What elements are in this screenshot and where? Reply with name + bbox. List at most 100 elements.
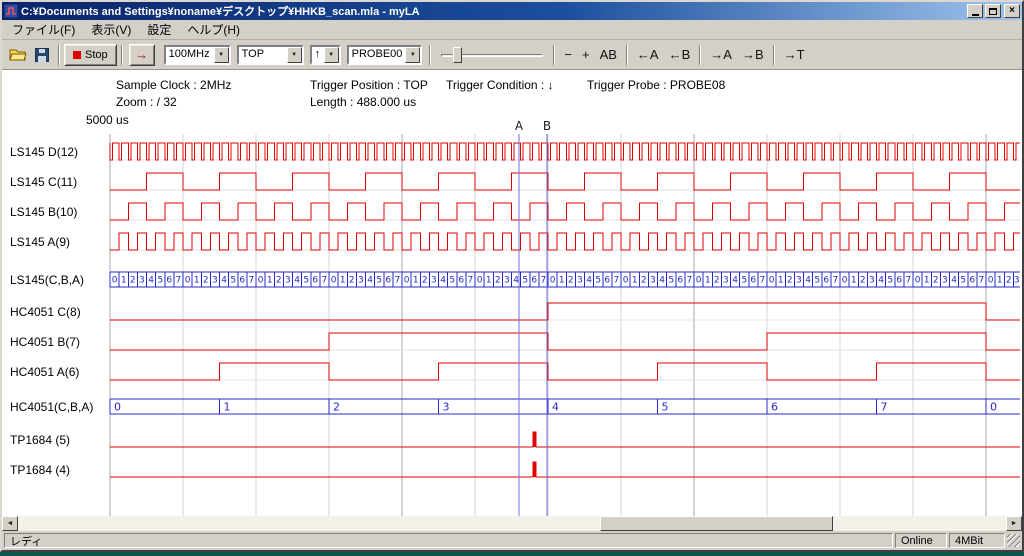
svg-text:7: 7 [395,276,401,286]
maximize-icon [989,8,997,15]
scroll-left-button[interactable]: ◄ [2,516,18,531]
svg-text:6: 6 [750,276,756,286]
svg-text:2: 2 [130,276,136,286]
svg-text:1: 1 [997,276,1003,286]
trigger-position-value: TOP [239,47,287,63]
menu-item-view[interactable]: 表示(V) [83,19,139,40]
probe-value: PROBE00 [349,47,406,63]
zoom-in-button[interactable]: + [577,44,595,66]
scroll-thumb[interactable] [600,516,833,531]
svg-text:1: 1 [486,276,492,286]
move-cursor-b-left-button[interactable]: ←B [664,44,696,66]
svg-text:7: 7 [249,276,255,286]
svg-text:4: 4 [221,276,227,286]
svg-text:5: 5 [662,401,669,414]
toolbar-separator [553,45,555,65]
toolbar-separator [429,45,431,65]
ab-cursors-button[interactable]: AB [595,44,622,66]
svg-text:0: 0 [258,276,264,286]
svg-text:1: 1 [194,276,200,286]
svg-text:1: 1 [924,276,930,286]
menubar: ファイル(F) 表示(V) 設定 ヘルプ(H) [2,20,1022,40]
save-button[interactable] [30,44,54,66]
toolbar-separator [699,45,701,65]
dropdown-arrow-icon[interactable]: ▼ [287,47,302,63]
svg-text:3: 3 [650,276,656,286]
menu-item-file[interactable]: ファイル(F) [4,19,83,40]
svg-text:6: 6 [312,276,318,286]
sample-clock-select[interactable]: 100MHz ▼ [164,45,231,65]
move-cursor-a-left-button[interactable]: ←A [632,44,664,66]
goto-trigger-button[interactable]: →T [779,44,810,66]
svg-text:5: 5 [741,276,747,286]
svg-text:2: 2 [860,276,866,286]
minimize-button[interactable] [967,4,983,18]
waveform-canvas[interactable]: 0123456701234567012345670123456701234567… [2,70,1022,516]
dropdown-arrow-icon[interactable]: ▼ [405,47,420,63]
move-cursor-b-right-button[interactable]: →B [737,44,769,66]
svg-text:5: 5 [157,276,163,286]
open-button[interactable] [6,44,30,66]
svg-text:2: 2 [787,276,793,286]
svg-text:1: 1 [413,276,419,286]
svg-text:0: 0 [114,401,121,414]
svg-text:6: 6 [531,276,537,286]
zoom-out-button[interactable]: − [559,44,577,66]
stop-button[interactable]: Stop [64,44,117,66]
svg-text:7: 7 [760,276,766,286]
svg-text:6: 6 [385,276,391,286]
maximize-button[interactable] [985,4,1001,18]
svg-text:6: 6 [677,276,683,286]
run-button[interactable]: → [129,44,155,66]
status-ready-text: レディ [10,533,42,549]
status-online-text: Online [901,535,933,547]
svg-text:0: 0 [915,276,921,286]
close-button[interactable]: × [1004,4,1020,18]
dropdown-arrow-icon[interactable]: ▼ [324,47,339,63]
svg-text:4: 4 [732,276,738,286]
svg-text:6: 6 [604,276,610,286]
scroll-track[interactable] [18,516,1006,531]
svg-text:1: 1 [224,401,231,414]
svg-text:6: 6 [458,276,464,286]
svg-text:6: 6 [969,276,975,286]
zoom-slider[interactable] [439,44,545,66]
resize-grip[interactable] [1007,534,1020,547]
window-controls: × [967,4,1020,18]
svg-text:4: 4 [878,276,884,286]
dropdown-arrow-icon[interactable]: ▼ [214,47,229,63]
svg-text:3: 3 [1014,276,1020,286]
svg-text:0: 0 [404,276,410,286]
svg-text:1: 1 [705,276,711,286]
svg-text:4: 4 [659,276,665,286]
run-arrow-icon: → [135,47,148,62]
svg-text:3: 3 [431,276,437,286]
slider-thumb[interactable] [453,47,462,63]
svg-text:0: 0 [331,276,337,286]
svg-text:3: 3 [796,276,802,286]
scroll-right-button[interactable]: ► [1006,516,1022,531]
svg-text:2: 2 [276,276,282,286]
probe-select[interactable]: PROBE00 ▼ [347,45,423,65]
trigger-position-select[interactable]: TOP ▼ [237,45,304,65]
titlebar[interactable]: C:¥Documents and Settings¥noname¥デスクトップ¥… [2,2,1022,20]
svg-text:3: 3 [212,276,218,286]
horizontal-scrollbar[interactable]: ◄ ► [2,516,1022,531]
svg-text:2: 2 [422,276,428,286]
svg-text:5: 5 [376,276,382,286]
svg-text:2: 2 [1006,276,1012,286]
svg-text:5: 5 [595,276,601,286]
menu-item-settings[interactable]: 設定 [139,19,179,40]
stop-button-label: Stop [85,49,108,61]
trigger-edge-select[interactable]: ↑ ▼ [310,45,341,65]
svg-text:5: 5 [887,276,893,286]
svg-text:A: A [515,119,524,133]
open-folder-icon [9,48,27,61]
move-cursor-a-right-button[interactable]: →A [705,44,737,66]
svg-text:3: 3 [577,276,583,286]
status-message: レディ [4,533,893,548]
app-icon [4,4,18,18]
svg-text:5: 5 [303,276,309,286]
menu-item-help[interactable]: ヘルプ(H) [179,19,248,40]
svg-text:2: 2 [333,401,340,414]
